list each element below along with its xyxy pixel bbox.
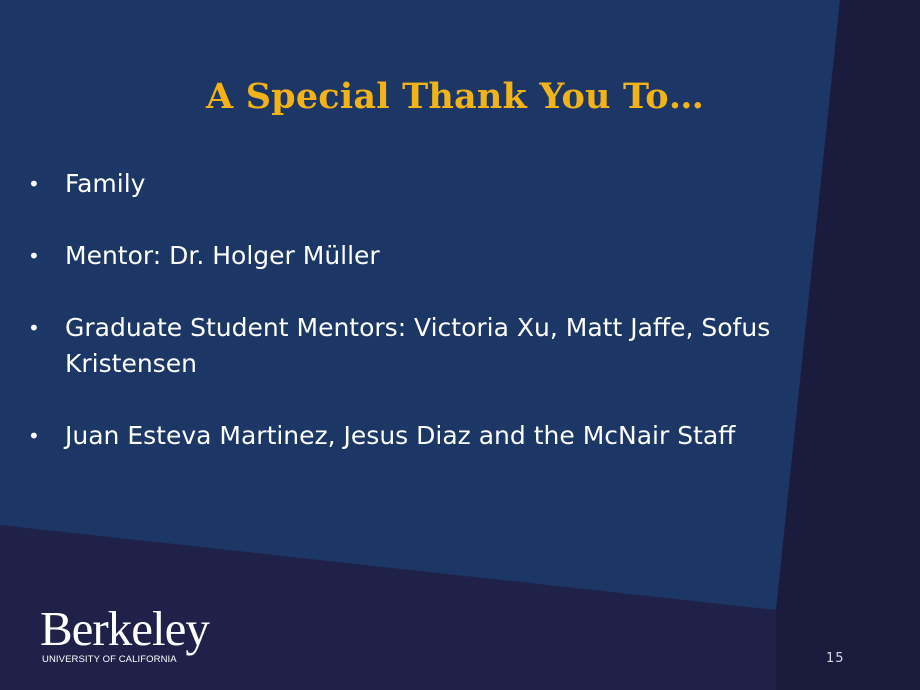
slide-title: A Special Thank You To…: [205, 76, 705, 117]
bullet-item-family: • Family: [28, 166, 908, 202]
bullet-item-mentor: • Mentor: Dr. Holger Müller: [28, 238, 908, 274]
bullet-item-mcnair-staff: • Juan Esteva Martinez, Jesus Diaz and t…: [28, 418, 908, 454]
bullet-text: Graduate Student Mentors: Victoria Xu, M…: [65, 313, 771, 378]
bullet-marker: •: [28, 424, 40, 448]
bullet-text: Family: [65, 169, 146, 198]
page-number: 15: [826, 651, 845, 666]
berkeley-logo: Berkeley UNIVERSITY OF CALIFORNIA: [40, 603, 240, 669]
logo-subtitle: UNIVERSITY OF CALIFORNIA: [42, 654, 177, 665]
bullet-marker: •: [28, 316, 40, 340]
bullet-text: Juan Esteva Martinez, Jesus Diaz and the…: [65, 421, 736, 450]
bullet-marker: •: [28, 172, 40, 196]
bullet-marker: •: [28, 244, 40, 268]
bullet-list: • Family • Mentor: Dr. Holger Müller • G…: [28, 166, 908, 490]
bullet-text: Mentor: Dr. Holger Müller: [65, 241, 380, 270]
bullet-item-graduate-mentors: • Graduate Student Mentors: Victoria Xu,…: [28, 310, 908, 382]
logo-wordmark: Berkeley: [40, 601, 210, 656]
